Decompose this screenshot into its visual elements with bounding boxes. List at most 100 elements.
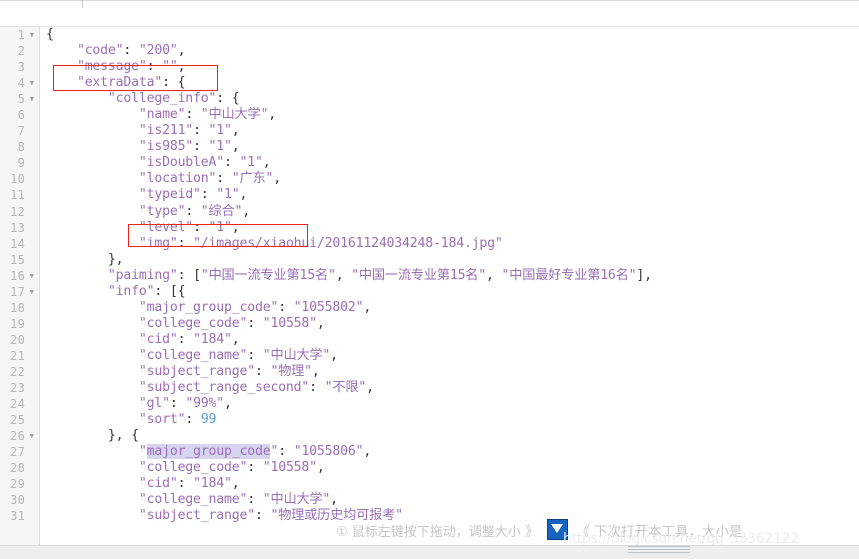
json-punct: : <box>185 107 194 123</box>
line-number: 18▼ <box>10 300 25 315</box>
code-line[interactable]: "level": "1", <box>40 220 859 236</box>
code-line[interactable]: "subject_range": "物理", <box>40 364 859 380</box>
code-line[interactable]: "major_group_code": "1055806", <box>40 444 859 460</box>
line-number: 9▼ <box>17 156 25 171</box>
json-punct: , <box>268 107 276 123</box>
code-line[interactable]: { <box>40 27 859 43</box>
top-rule-upper <box>0 0 859 1</box>
line-number: 28▼ <box>10 461 25 476</box>
line-number-gutter[interactable]: 1▼2▼3▼4▼5▼6▼7▼8▼9▼10▼11▼12▼13▼14▼15▼16▼1… <box>0 27 40 545</box>
json-punct: : <box>247 347 255 363</box>
json-punct: , <box>311 363 320 379</box>
code-line[interactable]: "info": [{ <box>40 284 859 300</box>
fold-toggle-icon[interactable]: ▼ <box>27 268 37 284</box>
json-punct: { <box>177 75 186 91</box>
code-line[interactable]: "subject_range_second": "不限", <box>40 380 859 396</box>
json-punct: , <box>273 171 281 187</box>
fold-toggle-icon[interactable]: ▼ <box>27 428 37 444</box>
grip-line <box>628 552 690 553</box>
code-line[interactable]: "type": "综合", <box>40 204 859 220</box>
json-punct: : <box>177 476 186 492</box>
json-punct: , <box>177 59 186 75</box>
grip-line <box>628 546 690 547</box>
json-punct: : <box>154 283 163 299</box>
json-punct: : <box>278 299 286 315</box>
code-line[interactable]: "college_info": { <box>40 91 859 107</box>
line-number: 14▼ <box>10 236 25 251</box>
resize-grip[interactable] <box>628 546 690 556</box>
code-line[interactable]: "extraData": { <box>40 75 859 91</box>
line-number: 23▼ <box>10 381 25 396</box>
fold-toggle-icon[interactable]: ▼ <box>27 284 37 300</box>
code-line[interactable]: "is985": "1", <box>40 139 859 155</box>
json-punct: , <box>316 460 325 476</box>
code-line[interactable]: "gl": "99%", <box>40 396 859 412</box>
line-number: 30▼ <box>10 493 25 508</box>
code-line[interactable]: "typeid": "1", <box>40 187 859 203</box>
code-line[interactable]: }, <box>40 252 859 268</box>
json-punct: : <box>177 235 186 251</box>
json-editor[interactable]: 1▼2▼3▼4▼5▼6▼7▼8▼9▼10▼11▼12▼13▼14▼15▼16▼1… <box>0 27 859 545</box>
json-punct: : <box>177 267 186 283</box>
code-line[interactable]: "message": "", <box>40 59 859 75</box>
fold-toggle-icon[interactable]: ▼ <box>27 75 37 91</box>
line-number: 27▼ <box>10 445 25 460</box>
code-line[interactable]: }, { <box>40 428 859 444</box>
json-punct: [ <box>169 283 178 299</box>
code-line[interactable]: "paiming": ["中国一流专业第15名", "中国一流专业第15名", … <box>40 268 859 284</box>
json-punct: { <box>131 428 139 444</box>
line-number: 11▼ <box>10 188 25 203</box>
code-line[interactable]: "college_code": "10558", <box>40 460 859 476</box>
json-punct: , <box>231 139 240 155</box>
code-line[interactable]: "img": "/images/xiaohui/20161124034248-1… <box>40 236 859 252</box>
code-line[interactable]: "college_name": "中山大学", <box>40 348 859 364</box>
line-number: 25▼ <box>10 413 25 428</box>
code-line[interactable]: "college_name": "中山大学", <box>40 492 859 508</box>
json-punct: : <box>247 492 255 508</box>
line-number: 4 ▼ <box>0 75 39 91</box>
code-line[interactable]: "code": "200", <box>40 43 859 59</box>
line-number: 10▼ <box>10 172 25 187</box>
code-line[interactable]: "sort": 99 <box>40 412 859 428</box>
code-line[interactable]: "is211": "1", <box>40 123 859 139</box>
json-number: 99 <box>200 412 217 428</box>
json-punct: : <box>177 331 186 347</box>
line-number: 21▼ <box>10 348 25 363</box>
code-line[interactable]: "name": "中山大学", <box>40 107 859 123</box>
line-number: 13▼ <box>10 220 25 235</box>
fold-toggle-icon[interactable]: ▼ <box>27 91 37 107</box>
json-punct: : <box>193 139 201 155</box>
code-area[interactable]: { "code": "200", "message": "", "extraDa… <box>40 27 859 545</box>
code-line[interactable]: "college_code": "10558", <box>40 316 859 332</box>
resize-hint-left-text: ① 鼠标左键按下拖动，调整大小 <box>336 525 521 540</box>
line-number: 7▼ <box>17 124 25 139</box>
json-punct: } <box>107 251 116 267</box>
line-number: 31▼ <box>10 509 25 524</box>
window-bottom-bar <box>0 545 859 559</box>
line-number: 5 ▼ <box>0 91 39 107</box>
grip-line <box>628 549 690 550</box>
json-punct: : <box>278 444 286 460</box>
line-number: 24▼ <box>10 397 25 412</box>
line-number: 16 ▼ <box>0 268 39 284</box>
chevron-right-icon: 》 <box>525 524 539 540</box>
code-line[interactable]: "major_group_code": "1055802", <box>40 300 859 316</box>
code-line[interactable]: "cid": "184", <box>40 332 859 348</box>
json-punct: , <box>231 219 240 235</box>
code-line[interactable]: "cid": "184", <box>40 476 859 492</box>
json-punct: , <box>177 43 186 59</box>
json-punct: : <box>216 171 225 187</box>
code-line[interactable]: "isDoubleA": "1", <box>40 155 859 171</box>
line-number: 1 ▼ <box>0 27 39 43</box>
json-punct: , <box>366 380 374 396</box>
json-punct: { <box>177 283 186 299</box>
json-punct: , <box>363 299 372 315</box>
json-punct: : <box>162 75 170 91</box>
json-punct: : <box>185 412 194 428</box>
fold-toggle-icon[interactable]: ▼ <box>27 27 37 43</box>
line-number: 29▼ <box>10 477 25 492</box>
line-number: 8▼ <box>17 140 25 155</box>
json-punct: , <box>363 444 372 460</box>
code-line[interactable]: "location": "广东", <box>40 171 859 187</box>
json-punct: , <box>330 492 338 508</box>
